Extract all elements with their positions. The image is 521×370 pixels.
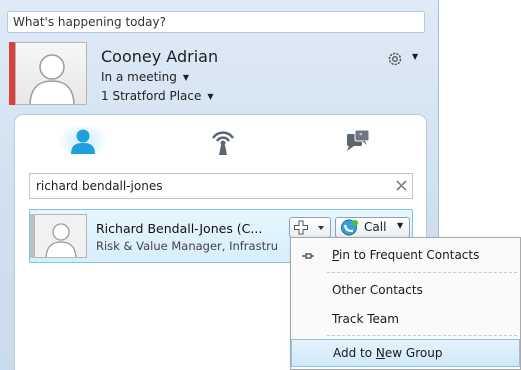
phone-icon xyxy=(341,219,358,236)
close-icon[interactable] xyxy=(395,179,408,192)
menu-item-track-team[interactable]: Track Team xyxy=(291,305,520,333)
menu-item-text: Track Team xyxy=(332,312,399,326)
status-note-text: What's happening today? xyxy=(13,15,166,29)
menu-item-accelerator: P xyxy=(332,248,339,262)
svg-text:": " xyxy=(359,132,363,141)
broadcast-icon xyxy=(211,131,235,155)
menu-item-text: ew Group xyxy=(384,346,443,360)
plus-icon xyxy=(294,220,324,235)
location-dropdown[interactable]: 1 Stratford Place ▼ xyxy=(101,89,214,103)
menu-item-pin-to-frequent-contacts[interactable]: Pin to Frequent Contacts xyxy=(291,241,520,269)
profile-name: Cooney Adrian xyxy=(101,47,219,66)
tab-activity[interactable] xyxy=(198,124,248,158)
contact-name: Richard Bendall-Jones (C... xyxy=(96,221,263,236)
menu-separator xyxy=(327,335,517,336)
menu-separator xyxy=(327,272,517,273)
chevron-down-icon[interactable]: ▼ xyxy=(412,52,418,61)
presence-status-dropdown[interactable]: In a meeting ▼ xyxy=(101,70,189,84)
menu-item-add-to-new-group[interactable]: Add to New Group xyxy=(291,339,520,367)
avatar[interactable] xyxy=(15,42,87,105)
menu-item-other-contacts[interactable]: Other Contacts xyxy=(291,276,520,304)
menu-item-text: Add to xyxy=(333,346,376,360)
presence-status-label: In a meeting xyxy=(101,70,177,84)
location-label: 1 Stratford Place xyxy=(101,89,202,103)
add-contact-button[interactable] xyxy=(289,217,331,238)
menu-item-accelerator: N xyxy=(375,346,385,360)
menu-item-text: in to Frequent Contacts xyxy=(338,248,480,262)
person-silhouette-icon xyxy=(45,223,77,257)
gear-icon[interactable] xyxy=(384,51,406,67)
context-menu: Pin to Frequent Contacts Other Contacts … xyxy=(290,237,521,370)
person-silhouette-icon xyxy=(29,54,75,104)
search-text: richard bendall-jones xyxy=(36,179,163,193)
pin-icon xyxy=(302,253,314,259)
person-icon xyxy=(71,129,95,154)
contact-avatar[interactable] xyxy=(34,214,87,258)
tab-conversations[interactable]: " xyxy=(330,124,380,158)
call-button[interactable]: Call ▼ xyxy=(335,217,410,238)
search-input[interactable]: richard bendall-jones xyxy=(29,173,413,199)
chevron-down-icon: ▼ xyxy=(207,92,214,101)
chevron-down-icon: ▼ xyxy=(397,221,404,230)
call-label: Call xyxy=(364,220,387,234)
contact-title: Risk & Value Manager, Infrastru xyxy=(96,239,279,253)
chat-icon: " xyxy=(347,129,370,151)
tab-contacts[interactable] xyxy=(58,124,108,158)
chevron-down-icon: ▼ xyxy=(182,73,189,82)
status-note-input[interactable]: What's happening today? xyxy=(7,11,425,33)
menu-item-text: Other Contacts xyxy=(332,283,423,297)
